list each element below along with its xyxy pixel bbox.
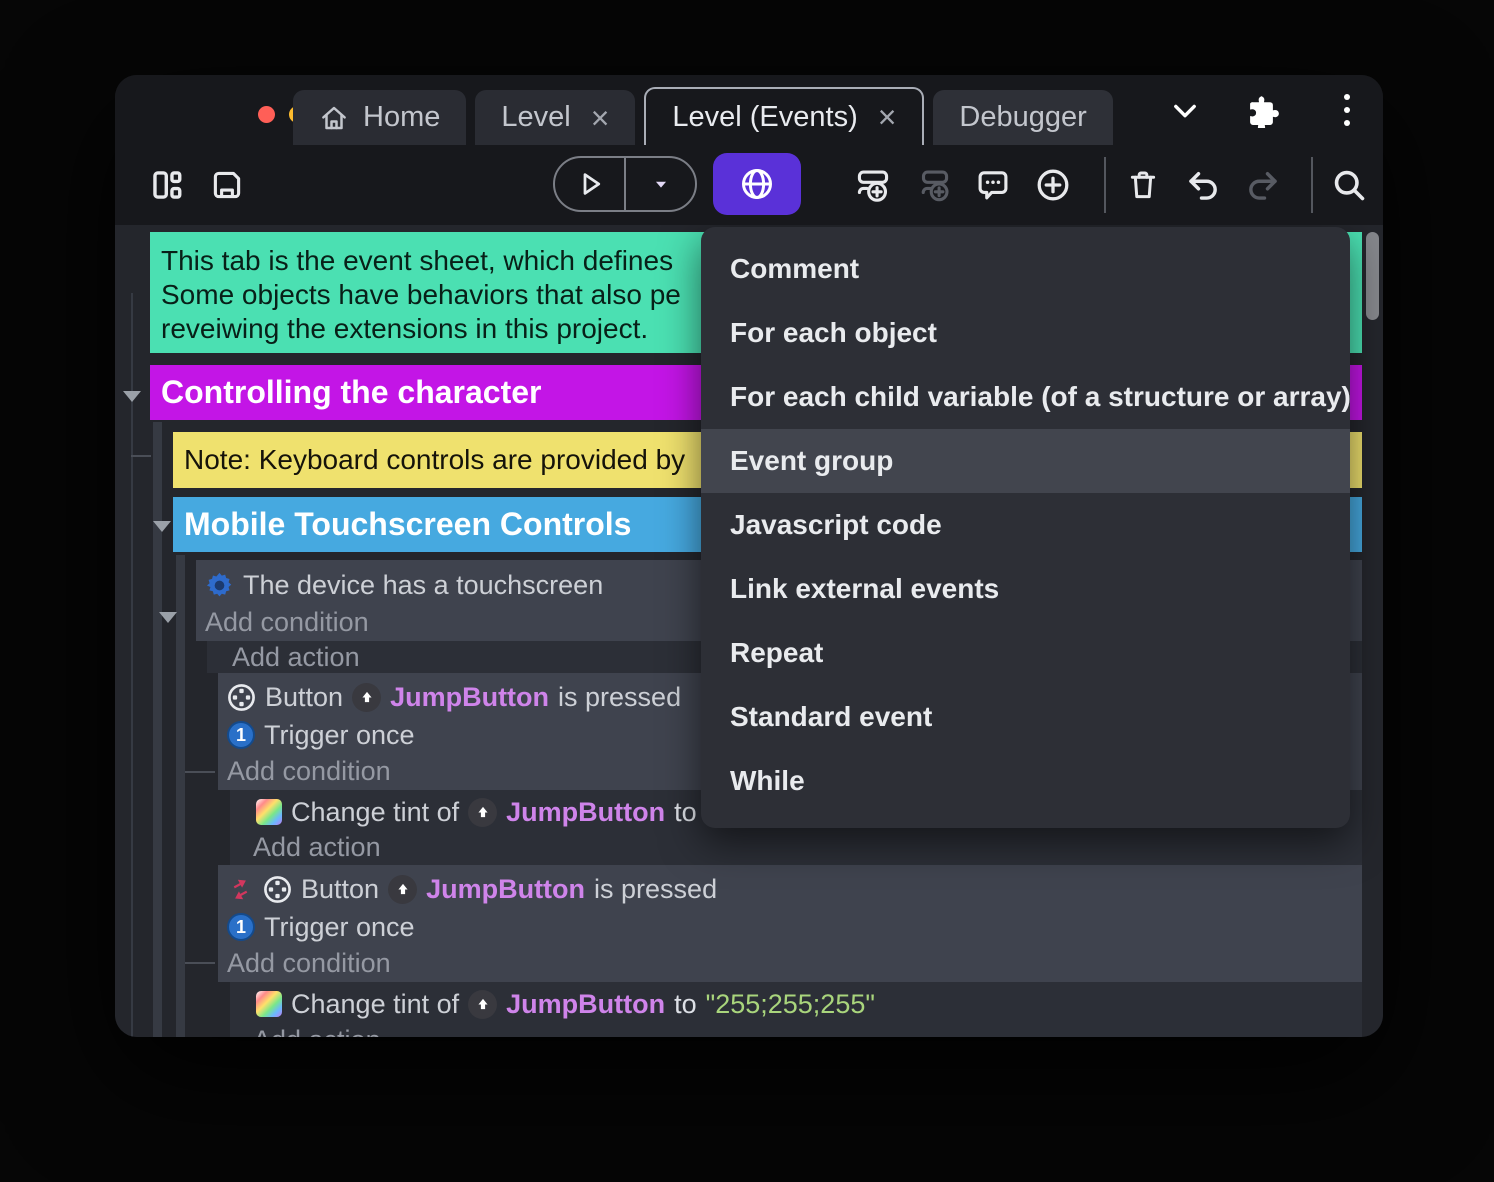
traffic-close-button[interactable]	[258, 106, 275, 123]
toolbar-separator	[1104, 157, 1106, 213]
extensions-puzzle-icon[interactable]	[1239, 92, 1287, 128]
toolbar-separator	[1311, 157, 1313, 213]
tint-color-icon	[256, 991, 282, 1017]
event-sheet: This tab is the event sheet, which defin…	[115, 225, 1383, 1037]
tab-strip: Home Level × Level (Events) × Debugger	[293, 87, 1113, 145]
menu-item-repeat[interactable]: Repeat	[701, 621, 1350, 685]
preview-button-group	[553, 156, 697, 212]
tab-level-events[interactable]: Level (Events) ×	[644, 87, 925, 145]
kebab-menu-icon[interactable]	[1327, 94, 1367, 126]
indent-guide	[131, 293, 133, 1037]
inverted-condition-icon	[227, 876, 254, 903]
scrollbar-thumb[interactable]	[1366, 232, 1379, 320]
menu-item-for-each-child-variable[interactable]: For each child variable (of a structure …	[701, 365, 1350, 429]
play-button[interactable]	[555, 158, 624, 210]
condition-text: The device has a touchscreen	[243, 569, 604, 600]
app-window: Home Level × Level (Events) × Debugger T…	[115, 75, 1383, 1037]
save-icon[interactable]	[203, 161, 251, 209]
touchscreen-gear-icon	[205, 571, 234, 600]
add-action-link[interactable]: Add action	[253, 1024, 381, 1038]
button-object-icon	[263, 875, 292, 904]
add-condition-link[interactable]: Add condition	[227, 947, 391, 979]
condition-row[interactable]: 1 Trigger once	[227, 716, 415, 754]
jumpbutton-arrow-icon	[352, 682, 382, 712]
panel-layout-icon[interactable]	[143, 161, 191, 209]
button-object-icon	[227, 683, 256, 712]
tab-label: Debugger	[959, 101, 1087, 133]
trigger-once-icon: 1	[227, 721, 255, 749]
tab-level[interactable]: Level ×	[475, 90, 636, 145]
trigger-once-icon: 1	[227, 913, 255, 941]
close-icon[interactable]: ×	[878, 101, 897, 133]
add-event-context-menu: Comment For each object For each child v…	[701, 227, 1350, 828]
menu-item-standard-event[interactable]: Standard event	[701, 685, 1350, 749]
menu-item-link-external-events[interactable]: Link external events	[701, 557, 1350, 621]
title-bar: Home Level × Level (Events) × Debugger	[115, 75, 1383, 145]
home-icon	[319, 103, 349, 133]
tab-label: Level (Events)	[672, 100, 858, 133]
add-action-link[interactable]: Add action	[253, 831, 381, 863]
add-object-plus-icon[interactable]	[1029, 161, 1077, 209]
menu-item-event-group[interactable]: Event group	[701, 429, 1350, 493]
group-title: Mobile Touchscreen Controls	[184, 506, 632, 542]
tab-label: Home	[363, 101, 441, 133]
collapse-arrow-icon[interactable]	[159, 612, 177, 623]
preview-browser-button[interactable]	[713, 153, 801, 215]
tint-color-icon	[256, 799, 282, 825]
indent-tick	[185, 771, 215, 773]
action-row[interactable]: Change tint of JumpButton to "255;255;25…	[256, 985, 875, 1023]
add-action-link[interactable]: Add action	[232, 641, 360, 673]
group-spine	[153, 422, 162, 1037]
delete-trash-icon[interactable]	[1119, 161, 1167, 209]
add-comment-icon[interactable]	[969, 161, 1017, 209]
globe-icon	[739, 166, 775, 202]
search-icon[interactable]	[1325, 161, 1373, 209]
jumpbutton-arrow-icon	[468, 797, 498, 827]
add-condition-link[interactable]: Add condition	[227, 755, 391, 787]
jumpbutton-arrow-icon	[468, 989, 498, 1019]
indent-tick	[185, 962, 215, 964]
group-spine	[176, 555, 185, 1037]
condition-row[interactable]: 1 Trigger once	[227, 908, 415, 946]
chevron-down-icon[interactable]	[1161, 93, 1209, 127]
collapse-arrow-icon[interactable]	[123, 391, 141, 402]
menu-item-comment[interactable]: Comment	[701, 237, 1350, 301]
add-subevent-icon[interactable]	[909, 161, 957, 209]
note-text: Note: Keyboard controls are provided by	[184, 444, 686, 475]
condition-row[interactable]: The device has a touchscreen	[205, 566, 603, 604]
add-condition-link[interactable]: Add condition	[205, 606, 369, 638]
redo-icon[interactable]	[1239, 161, 1287, 209]
condition-row[interactable]: Button JumpButton is pressed	[227, 870, 717, 908]
action-area[interactable]: Change tint of JumpButton to "255;255;25…	[230, 982, 1362, 1037]
add-event-icon[interactable]	[849, 161, 897, 209]
menu-item-while[interactable]: While	[701, 749, 1350, 813]
group-title: Controlling the character	[161, 374, 542, 410]
event-block-jump-not-pressed[interactable]: Button JumpButton is pressed 1 Trigger o…	[218, 865, 1362, 982]
menu-item-for-each-object[interactable]: For each object	[701, 301, 1350, 365]
menu-item-javascript-code[interactable]: Javascript code	[701, 493, 1350, 557]
tab-label: Level	[501, 101, 571, 133]
tab-debugger[interactable]: Debugger	[933, 90, 1113, 145]
jumpbutton-arrow-icon	[388, 874, 418, 904]
collapse-arrow-icon[interactable]	[153, 521, 171, 532]
close-icon[interactable]: ×	[591, 102, 610, 134]
undo-icon[interactable]	[1179, 161, 1227, 209]
tab-home[interactable]: Home	[293, 90, 467, 145]
condition-row[interactable]: Button JumpButton is pressed	[227, 678, 681, 716]
toolbar	[115, 145, 1383, 225]
play-options-dropdown[interactable]	[626, 158, 695, 210]
indent-tick	[131, 455, 151, 457]
